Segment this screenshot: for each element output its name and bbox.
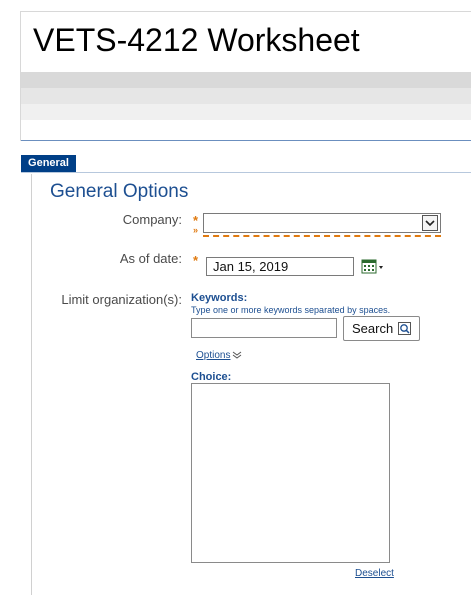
page-title: VETS-4212 Worksheet [33, 22, 360, 58]
required-asterisk-icon: * [193, 253, 199, 268]
options-link[interactable]: Options [196, 350, 230, 361]
choice-label: Choice: [191, 371, 232, 383]
section-border [31, 174, 32, 595]
search-button-label: Search [352, 321, 394, 336]
section-title: General Options [50, 181, 189, 202]
magnifier-icon [398, 322, 411, 335]
header-band [21, 104, 471, 120]
chevron-down-icon[interactable] [422, 215, 438, 231]
tab-general[interactable]: General [21, 155, 76, 172]
as-of-date-label: As of date: [119, 251, 182, 266]
required-arrow-icon: » [193, 225, 199, 235]
tab-underline [21, 172, 471, 173]
keywords-hint: Type one or more keywords separated by s… [191, 305, 391, 315]
company-select[interactable] [203, 213, 441, 233]
header-band [21, 72, 471, 88]
calendar-icon[interactable] [360, 257, 386, 276]
company-label: Company: [122, 212, 182, 227]
header-band [21, 88, 471, 104]
keywords-label: Keywords: [191, 292, 248, 304]
required-indicator-line [203, 235, 441, 237]
keywords-input[interactable] [191, 318, 337, 338]
search-button[interactable]: Search [343, 316, 420, 341]
header-divider [21, 140, 471, 141]
as-of-date-input[interactable]: Jan 15, 2019 [206, 257, 354, 276]
chevron-down-icon[interactable] [232, 346, 242, 359]
limit-organizations-label: Limit organization(s): [61, 292, 182, 307]
choice-listbox[interactable] [191, 383, 390, 563]
deselect-link[interactable]: Deselect [355, 568, 394, 579]
required-asterisk-icon: * [193, 213, 199, 228]
page-header: VETS-4212 Worksheet [20, 11, 471, 141]
